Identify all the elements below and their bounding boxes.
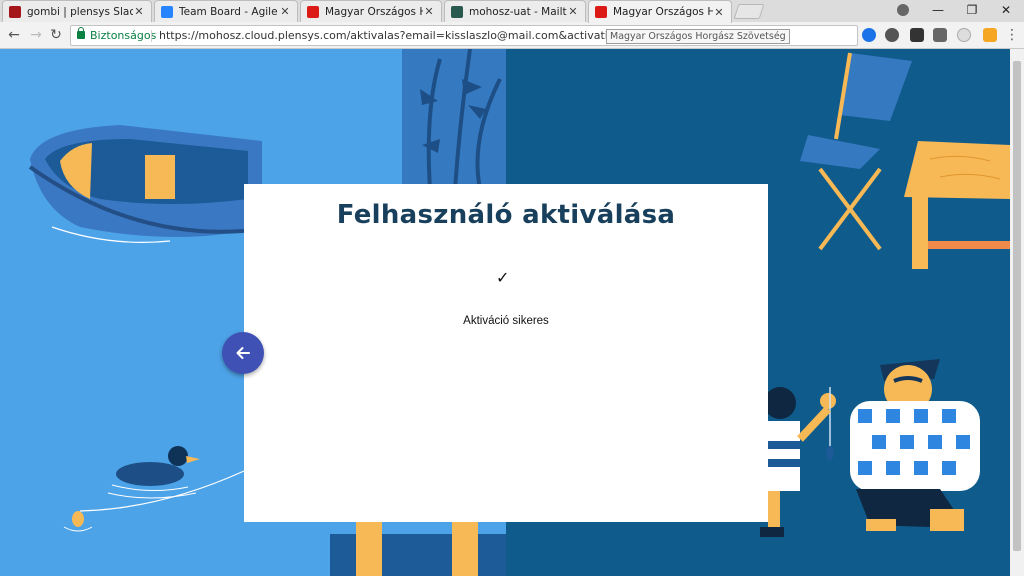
extension-icon[interactable] [862,28,876,42]
close-icon[interactable]: ✕ [133,5,145,18]
close-icon[interactable]: ✕ [567,5,579,18]
mailtrap-icon [451,5,463,18]
reload-icon[interactable]: ↻ [48,27,64,43]
extension-icon[interactable] [910,28,924,42]
tab-mailtrap[interactable]: mohosz-uat - Mailtrap ✕ [444,0,586,22]
extension-icon[interactable] [933,28,947,42]
restore-button[interactable]: ❐ [960,1,984,19]
tab-slack[interactable]: gombi | plensys Slack ✕ [2,0,152,22]
angular-icon [595,6,607,18]
extension-icon[interactable] [983,28,997,42]
tab-title: gombi | plensys Slack [27,5,133,18]
slack-icon [9,5,21,18]
tab-mohosz-1[interactable]: Magyar Országos Horgász ✕ [300,0,442,22]
tab-title: mohosz-uat - Mailtrap [469,5,567,18]
profile-icon[interactable] [897,4,909,16]
security-label: Biztonságos [90,29,157,42]
divider [151,30,152,42]
tab-title: Magyar Országos Horgász [325,5,423,18]
page-viewport: Felhasználó aktiválása ✓ Aktiváció siker… [0,49,1010,576]
close-icon[interactable]: ✕ [423,5,435,18]
tab-strip: gombi | plensys Slack ✕ Team Board - Agi… [0,0,1024,23]
arrow-left-icon [236,347,250,359]
back-button[interactable] [222,332,264,374]
menu-icon[interactable]: ⋮ [1004,27,1020,43]
page-title: Felhasználó aktiválása [336,200,676,230]
close-icon[interactable]: ✕ [713,6,725,19]
angular-icon [307,5,319,18]
back-nav-icon[interactable]: ← [6,27,22,43]
tab-mohosz-active[interactable]: Magyar Országos Horgász ✕ [588,0,732,23]
jira-icon [161,5,173,18]
status-message: Aktiváció sikeres [463,315,549,327]
checkmark-icon: ✓ [496,268,510,287]
window-close-button[interactable]: ✕ [994,1,1018,19]
forward-nav-icon[interactable]: → [28,27,44,43]
extension-icon[interactable] [957,28,971,42]
minimize-button[interactable]: — [926,1,950,19]
activation-card: Felhasználó aktiválása ✓ Aktiváció siker… [244,184,768,522]
tab-agile-board[interactable]: Team Board - Agile Board ✕ [154,0,298,22]
scrollbar-thumb[interactable] [1013,61,1021,551]
browser-toolbar: ← → ↻ Biztonságos https://mohosz.cloud.p… [0,22,1024,49]
close-icon[interactable]: ✕ [279,5,291,18]
tab-title: Team Board - Agile Board [179,5,279,18]
page-scrollbar[interactable] [1010,49,1024,576]
tab-title: Magyar Országos Horgász [613,6,713,18]
new-tab-button[interactable] [733,4,765,19]
tooltip: Magyar Országos Horgász Szövetség [606,29,790,44]
lock-icon [77,27,85,39]
extension-icon[interactable] [885,28,899,42]
